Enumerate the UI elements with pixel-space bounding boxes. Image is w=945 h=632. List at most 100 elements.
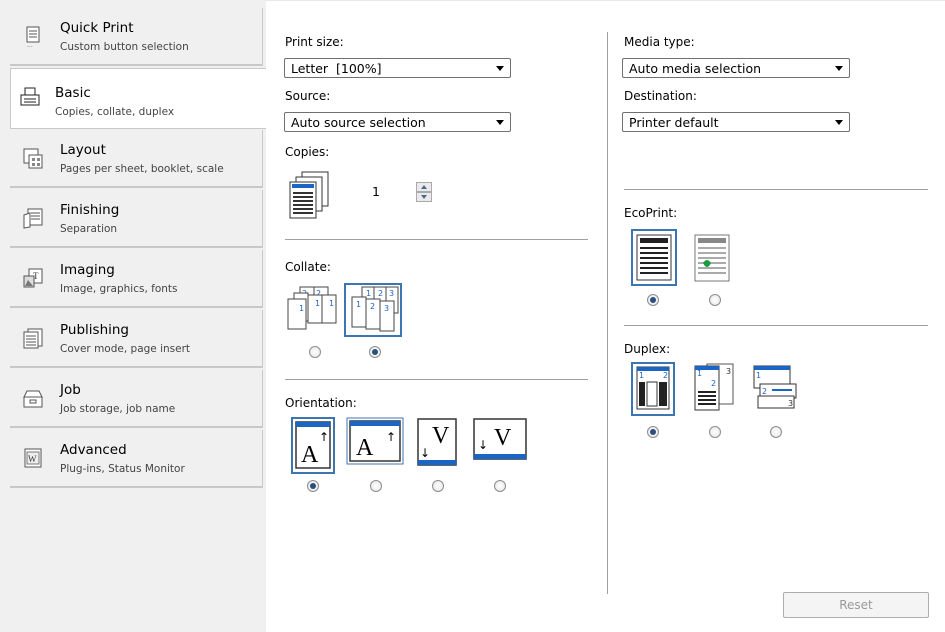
sidebar: ... Quick Print Custom button selection … (0, 0, 266, 632)
svg-text:1: 1 (366, 289, 371, 298)
duplex-long-edge-radio[interactable] (709, 426, 721, 438)
copies-icon (289, 171, 329, 219)
uncollated-icon[interactable]: 2 2 1 1 1 (286, 285, 342, 339)
tab-finishing[interactable]: Finishing Separation (10, 190, 263, 248)
svg-text:1: 1 (356, 300, 361, 309)
svg-text:1: 1 (315, 299, 320, 308)
svg-text:...: ... (27, 42, 33, 47)
divider (624, 325, 928, 326)
orientation-portrait-radio[interactable] (307, 480, 319, 492)
tab-title: Job (60, 382, 81, 398)
chevron-down-icon (496, 120, 504, 125)
collate-off-radio[interactable] (309, 346, 321, 358)
svg-text:↑: ↑ (319, 430, 329, 444)
orientation-label: Orientation: (285, 396, 357, 410)
copies-input[interactable]: 1 (364, 181, 416, 203)
duplex-short-edge-radio[interactable] (770, 426, 782, 438)
tab-title: Quick Print (60, 20, 134, 36)
orientation-portrait-rotated-radio[interactable] (432, 480, 444, 492)
svg-text:1: 1 (756, 371, 761, 380)
landscape-rotated-icon[interactable]: V ↓ (472, 417, 530, 467)
svg-text:3: 3 (389, 289, 394, 298)
increment-icon[interactable] (416, 182, 432, 192)
top-border (266, 0, 945, 1)
source-label: Source: (285, 89, 331, 103)
reset-button[interactable]: Reset (783, 592, 929, 618)
tab-basic[interactable]: Basic Copies, collate, duplex (10, 68, 266, 129)
tab-publishing[interactable]: Publishing Cover mode, page insert (10, 310, 263, 368)
tab-subtitle: Cover mode, page insert (60, 343, 191, 355)
svg-text:↑: ↑ (386, 430, 396, 444)
svg-text:1: 1 (697, 369, 702, 378)
quick-print-icon: ... (26, 26, 40, 47)
source-value: Auto source selection (291, 115, 426, 130)
destination-dropdown[interactable]: Printer default (622, 112, 850, 132)
media-type-dropdown[interactable]: Auto media selection (622, 58, 850, 78)
print-size-dropdown[interactable]: Letter [100%] (284, 58, 511, 78)
advanced-icon: W (24, 448, 42, 468)
ecoprint-off-radio[interactable] (647, 294, 659, 306)
tab-layout[interactable]: Layout Pages per sheet, booklet, scale (10, 130, 263, 188)
svg-text:↓: ↓ (420, 446, 430, 460)
svg-text:A: A (356, 435, 374, 461)
orientation-landscape-radio[interactable] (370, 480, 382, 492)
ecoprint-on-radio[interactable] (709, 294, 721, 306)
tab-subtitle: Custom button selection (60, 41, 189, 53)
collate-label: Collate: (285, 260, 331, 274)
svg-text:1: 1 (299, 304, 304, 313)
portrait-icon[interactable]: A ↑ (291, 417, 335, 475)
tab-title: Publishing (60, 322, 129, 338)
tab-subtitle: Job storage, job name (60, 403, 176, 415)
tab-imaging[interactable]: T Imaging Image, graphics, fonts (10, 250, 263, 308)
tab-quick-print[interactable]: ... Quick Print Custom button selection (10, 8, 263, 66)
job-icon (23, 390, 43, 408)
svg-text:3: 3 (384, 304, 389, 313)
svg-text:2: 2 (762, 387, 767, 396)
orientation-landscape-rotated-radio[interactable] (494, 480, 506, 492)
print-size-value: Letter [100%] (291, 61, 382, 76)
duplex-label: Duplex: (624, 342, 671, 356)
duplex-none-icon[interactable]: 12 (631, 362, 675, 416)
collate-on-radio[interactable] (369, 346, 381, 358)
destination-label: Destination: (624, 89, 697, 103)
media-type-value: Auto media selection (629, 61, 762, 76)
tab-advanced[interactable]: W Advanced Plug-ins, Status Monitor (10, 430, 263, 488)
divider (285, 379, 588, 380)
svg-text:3: 3 (726, 367, 731, 376)
duplex-long-edge-icon[interactable]: 3 12 (691, 362, 737, 416)
svg-text:2: 2 (378, 289, 383, 298)
svg-text:W: W (28, 454, 37, 464)
ecoprint-label: EcoPrint: (624, 206, 678, 220)
landscape-icon[interactable]: A ↑ (346, 417, 406, 467)
print-size-label: Print size: (285, 35, 344, 49)
duplex-none-radio[interactable] (647, 426, 659, 438)
chevron-down-icon (835, 66, 843, 71)
source-dropdown[interactable]: Auto source selection (284, 112, 511, 132)
publishing-icon (23, 328, 43, 349)
svg-text:2: 2 (663, 371, 668, 380)
tab-title: Imaging (60, 262, 115, 278)
collated-icon[interactable]: 1 2 3 1 2 3 (344, 283, 404, 341)
finishing-icon (23, 208, 43, 229)
svg-text:1: 1 (329, 299, 334, 308)
svg-text:V: V (432, 423, 450, 449)
duplex-short-edge-icon[interactable]: 1 2 3 (752, 364, 800, 412)
decrement-icon[interactable] (416, 192, 432, 202)
copies-stepper[interactable]: 1 (364, 181, 440, 203)
tab-title: Advanced (60, 442, 127, 458)
svg-text:↓: ↓ (478, 438, 488, 452)
svg-text:3: 3 (788, 399, 793, 408)
svg-text:V: V (494, 425, 512, 451)
media-type-label: Media type: (624, 35, 695, 49)
tab-subtitle: Copies, collate, duplex (55, 106, 175, 118)
basic-icon (20, 87, 40, 106)
ecoprint-off-icon[interactable] (631, 229, 679, 287)
tab-subtitle: Separation (60, 223, 118, 235)
ecoprint-on-icon[interactable] (693, 233, 733, 285)
divider (285, 239, 588, 240)
tab-title: Layout (60, 142, 106, 158)
portrait-rotated-icon[interactable]: V ↓ (416, 417, 460, 471)
tab-subtitle: Pages per sheet, booklet, scale (60, 163, 224, 175)
tab-job[interactable]: Job Job storage, job name (10, 370, 263, 428)
svg-text:1: 1 (639, 371, 644, 380)
